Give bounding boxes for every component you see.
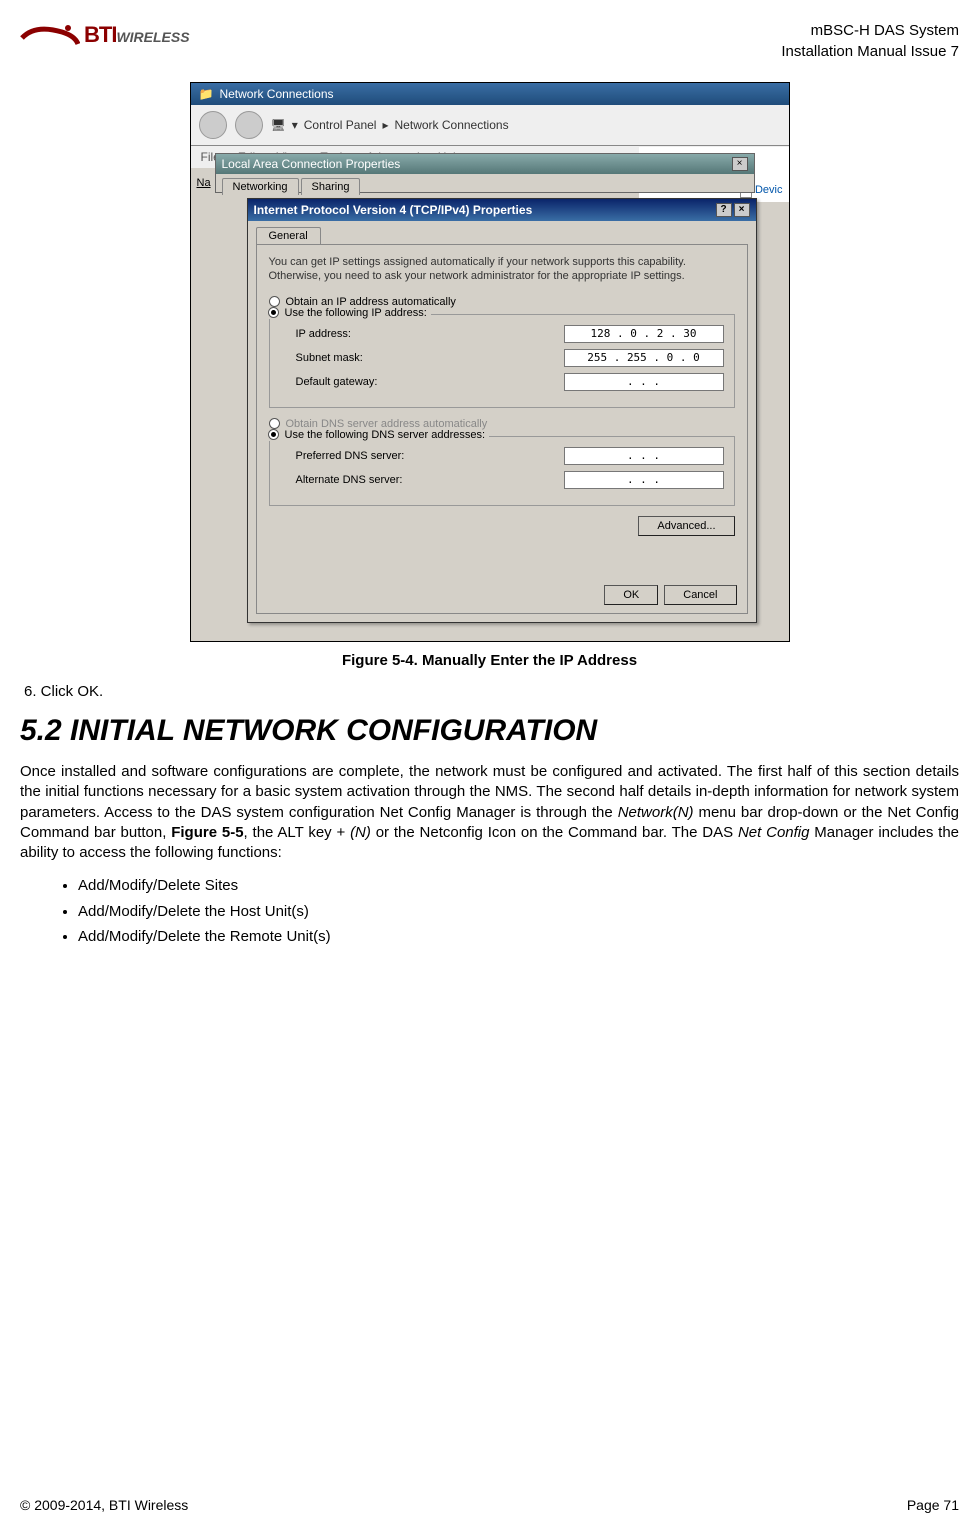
ip-address-row: IP address: 128 . 0 . 2 . 30 (296, 325, 724, 343)
window2-title: Local Area Connection Properties (222, 157, 401, 171)
folder-small-icon: 🖥 (271, 118, 286, 132)
bullet-2: Add/Modify/Delete the Host Unit(s) (78, 899, 959, 925)
copyright: © 2009-2014, BTI Wireless (20, 1497, 188, 1513)
radio-icon (269, 296, 280, 307)
tab-networking[interactable]: Networking (222, 178, 299, 195)
para-italic2: (N) (350, 824, 371, 841)
properties-title-bar: Local Area Connection Properties × (216, 154, 754, 174)
gateway-input[interactable]: . . . (564, 373, 724, 391)
breadcrumb-sep: ▸ (382, 118, 388, 132)
subnet-label: Subnet mask: (296, 352, 363, 364)
doc-title-1: mBSC-H DAS System (781, 20, 959, 41)
folder-icon: 📁 (199, 87, 214, 101)
pref-dns-label: Preferred DNS server: (296, 450, 405, 462)
page-header: BTIWIRELESS mBSC-H DAS System Installati… (20, 20, 959, 62)
radio-manual-dns-label: Use the following DNS server addresses: (285, 429, 486, 441)
radio-selected-icon (268, 429, 279, 440)
figure-caption: Figure 5-4. Manually Enter the IP Addres… (20, 652, 959, 669)
tab-general[interactable]: General (256, 227, 321, 244)
close-icon[interactable]: × (732, 157, 748, 171)
para-part4: or the Netconfig Icon on the Command bar… (371, 824, 738, 841)
window1-title: Network Connections (219, 87, 333, 101)
ipv4-title-bar: Internet Protocol Version 4 (TCP/IPv4) P… (248, 199, 756, 221)
properties-dialog: Local Area Connection Properties × Netwo… (215, 153, 755, 193)
back-button[interactable] (199, 111, 227, 139)
alt-dns-row: Alternate DNS server: . . . (296, 471, 724, 489)
bullet-3: Add/Modify/Delete the Remote Unit(s) (78, 924, 959, 950)
nav-toolbar: 🖥 ▾ Control Panel ▸ Network Connections (191, 105, 789, 146)
radio-use-dns[interactable]: Use the following DNS server addresses: (264, 429, 490, 441)
logo-wireless: WIRELESS (116, 29, 189, 45)
pref-dns-row: Preferred DNS server: . . . (296, 447, 724, 465)
window3-title: Internet Protocol Version 4 (TCP/IPv4) P… (254, 203, 533, 217)
breadcrumb-part2: Network Connections (395, 118, 509, 132)
para-bold1: Figure 5-5 (171, 824, 243, 841)
gateway-label: Default gateway: (296, 376, 378, 388)
breadcrumb[interactable]: 🖥 ▾ Control Panel ▸ Network Connections (271, 118, 509, 132)
logo-swoosh-icon (20, 20, 80, 50)
logo: BTIWIRELESS (20, 20, 190, 50)
ip-address-input[interactable]: 128 . 0 . 2 . 30 (564, 325, 724, 343)
subnet-input[interactable]: 255 . 255 . 0 . 0 (564, 349, 724, 367)
page-number: Page 71 (907, 1497, 959, 1513)
ip-fieldgroup: Use the following IP address: IP address… (269, 314, 735, 408)
bullet-list: Add/Modify/Delete Sites Add/Modify/Delet… (60, 873, 959, 950)
embedded-screenshot: 📁 Network Connections 🖥 ▾ Control Panel … (190, 82, 790, 642)
dns-fieldgroup: Use the following DNS server addresses: … (269, 436, 735, 506)
cancel-button[interactable]: Cancel (664, 585, 736, 605)
page-footer: © 2009-2014, BTI Wireless Page 71 (20, 1497, 959, 1513)
alt-dns-input[interactable]: . . . (564, 471, 724, 489)
pref-dns-input[interactable]: . . . (564, 447, 724, 465)
step-6: 6. Click OK. (20, 683, 959, 700)
breadcrumb-part1: Control Panel (304, 118, 377, 132)
properties-tabs: Networking Sharing (216, 174, 754, 195)
logo-bti: BTI (84, 22, 116, 47)
forward-button[interactable] (235, 111, 263, 139)
help-icon[interactable]: ? (716, 203, 732, 217)
ok-button[interactable]: OK (604, 585, 658, 605)
section-heading: 5.2 INITIAL NETWORK CONFIGURATION (20, 714, 959, 748)
bullet-1: Add/Modify/Delete Sites (78, 873, 959, 899)
dialog-button-row: OK Cancel (604, 585, 736, 605)
para-part3: , the ALT key + (244, 824, 351, 841)
gateway-row: Default gateway: . . . (296, 373, 724, 391)
header-titles: mBSC-H DAS System Installation Manual Is… (781, 20, 959, 62)
advanced-button[interactable]: Advanced... (638, 516, 734, 536)
subnet-row: Subnet mask: 255 . 255 . 0 . 0 (296, 349, 724, 367)
ip-label: IP address: (296, 328, 351, 340)
body-paragraph: Once installed and software configuratio… (20, 762, 959, 863)
radio-use-ip[interactable]: Use the following IP address: (264, 307, 431, 319)
close-icon[interactable]: × (734, 203, 750, 217)
para-italic1: Network(N) (618, 804, 694, 821)
advanced-row: Advanced... (269, 516, 735, 534)
ipv4-body: You can get IP settings assigned automat… (256, 244, 748, 614)
doc-title-2: Installation Manual Issue 7 (781, 41, 959, 62)
alt-dns-label: Alternate DNS server: (296, 474, 403, 486)
ipv4-properties-dialog: Internet Protocol Version 4 (TCP/IPv4) P… (247, 198, 757, 623)
radio-manual-ip-label: Use the following IP address: (285, 307, 427, 319)
para-italic3: Net Config (738, 824, 810, 841)
window-title-bar: 📁 Network Connections (191, 83, 789, 105)
radio-disabled-icon (269, 418, 280, 429)
devic-label: Devic (755, 184, 783, 196)
logo-text: BTIWIRELESS (84, 22, 190, 48)
name-column-header: Na (197, 177, 211, 189)
radio-selected-icon (268, 307, 279, 318)
info-text: You can get IP settings assigned automat… (269, 255, 735, 284)
tab-sharing[interactable]: Sharing (301, 178, 361, 195)
